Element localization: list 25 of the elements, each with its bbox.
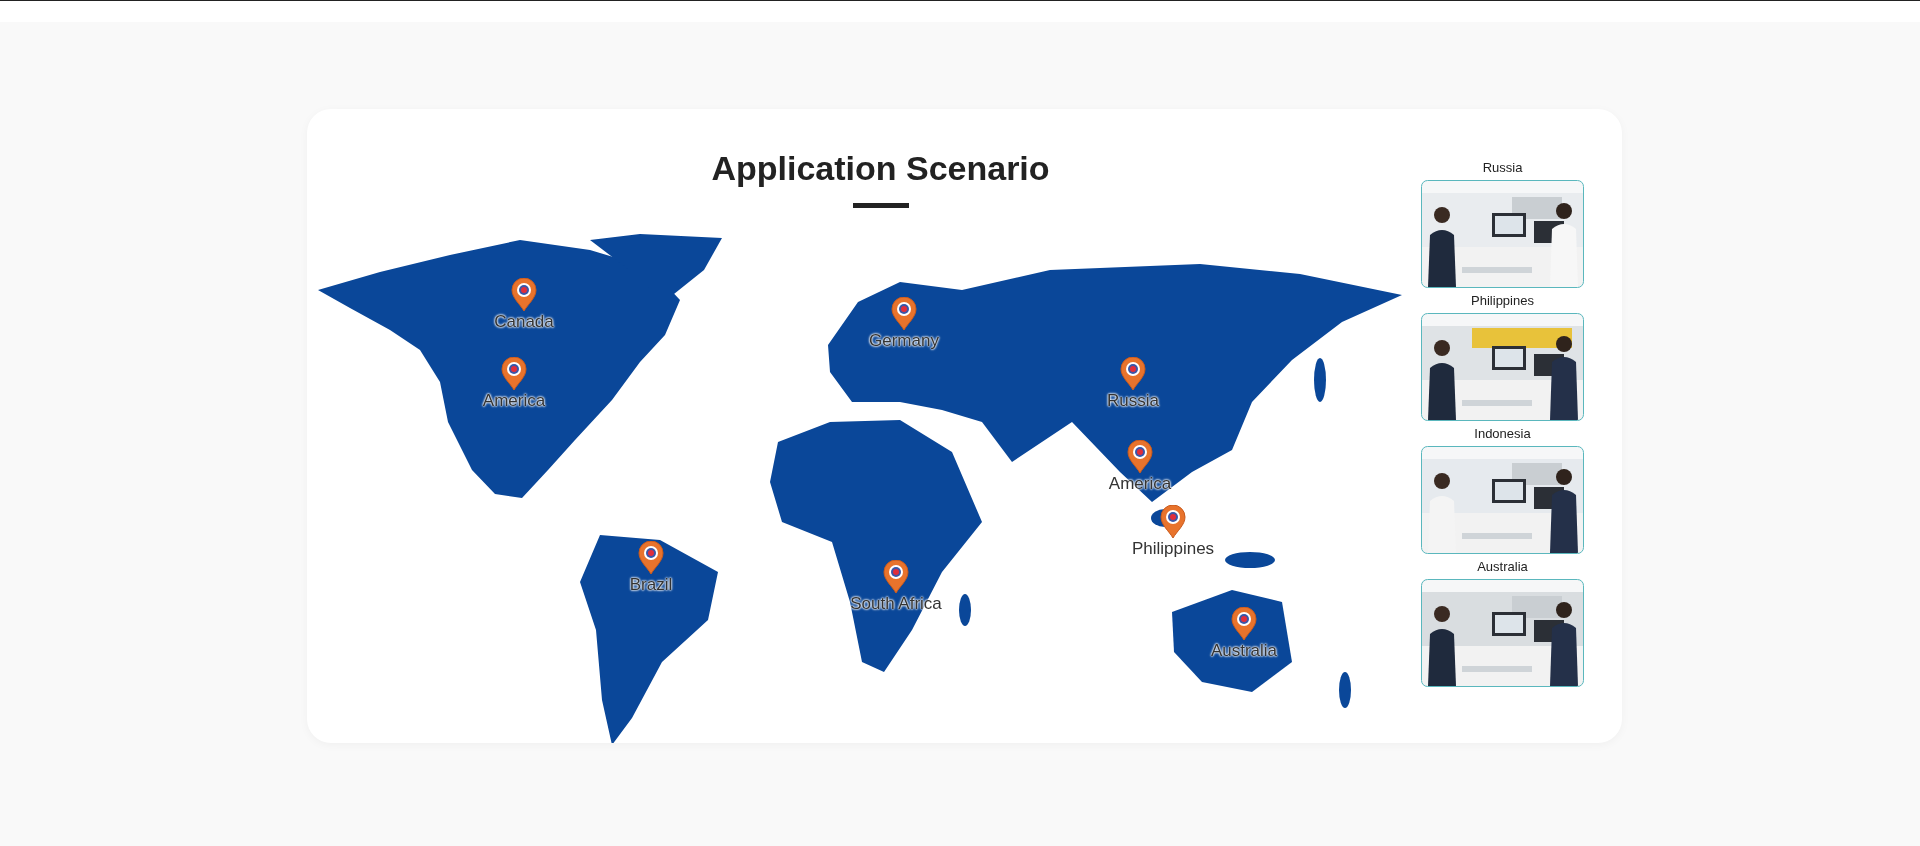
scenario-caption: Russia [1482,160,1523,176]
location-label: Philippines [1131,539,1215,559]
island [1225,552,1275,568]
island [959,594,971,626]
section-title: Application Scenario [711,148,1050,188]
map-pin-icon [1231,607,1257,641]
location-label: Russia [1107,391,1159,411]
map-pin-icon [511,278,537,312]
map-pin-icon [1160,505,1186,539]
location-label: Canada [494,312,554,332]
scenario-caption: Indonesia [1474,426,1531,442]
scenario-caption: Philippines [1471,293,1534,309]
map-pin-icon [501,357,527,391]
scenario-caption: Australia [1477,559,1528,575]
island [1314,358,1326,402]
map-pin-icon [1120,357,1146,391]
map-pin-icon [638,541,664,575]
location-label: Germany [869,331,939,351]
map-pin-icon [1127,440,1153,474]
map-pin-icon [883,560,909,594]
location-label: Brazil [629,575,673,595]
map-pin-icon [891,297,917,331]
island [1339,672,1351,708]
location-label: Australia [1210,641,1278,661]
location-label: America [482,391,546,411]
